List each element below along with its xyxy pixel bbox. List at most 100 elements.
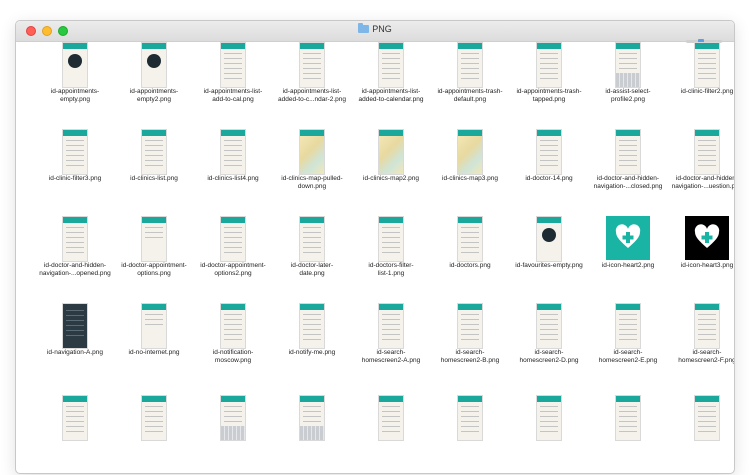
screenshot-preview xyxy=(141,303,167,349)
screenshot-preview xyxy=(536,303,562,349)
file-thumbnail[interactable] xyxy=(351,303,431,349)
window-title: PNG xyxy=(16,23,734,34)
screenshot-preview xyxy=(141,216,167,262)
screenshot-preview xyxy=(62,42,88,88)
file-name[interactable]: id-clinic-filter2.png xyxy=(659,88,734,96)
file-row xyxy=(16,395,734,473)
screenshot-preview xyxy=(378,129,404,175)
screenshot-preview xyxy=(457,129,483,175)
file-thumbnail[interactable] xyxy=(272,216,352,262)
heart-image xyxy=(685,216,729,260)
screenshot-preview xyxy=(299,395,325,441)
file-thumbnail[interactable] xyxy=(35,42,115,88)
screenshot-preview xyxy=(62,216,88,262)
file-thumbnail[interactable] xyxy=(272,129,352,175)
file-thumbnail[interactable] xyxy=(588,395,668,441)
file-thumbnail[interactable] xyxy=(351,129,431,175)
screenshot-preview xyxy=(536,129,562,175)
file-thumbnail[interactable] xyxy=(272,303,352,349)
file-thumbnail[interactable] xyxy=(509,129,589,175)
file-thumbnail[interactable] xyxy=(35,216,115,262)
screenshot-preview xyxy=(299,42,325,88)
file-thumbnail[interactable] xyxy=(35,129,115,175)
heart-image xyxy=(606,216,650,260)
file-thumbnail[interactable] xyxy=(114,216,194,262)
file-thumbnail[interactable] xyxy=(193,395,273,441)
screenshot-preview xyxy=(141,129,167,175)
file-thumbnail[interactable] xyxy=(509,42,589,88)
screenshot-preview xyxy=(615,303,641,349)
file-thumbnail[interactable] xyxy=(667,395,734,441)
heart-icon xyxy=(615,224,641,248)
file-thumbnail[interactable] xyxy=(430,216,510,262)
file-thumbnail[interactable] xyxy=(351,216,431,262)
file-thumbnail[interactable] xyxy=(588,216,668,260)
file-thumbnail[interactable] xyxy=(509,395,589,441)
screenshot-preview xyxy=(694,395,720,441)
file-name[interactable]: id-icon-heart3.png xyxy=(659,262,734,270)
file-thumbnail[interactable] xyxy=(114,129,194,175)
folder-icon xyxy=(358,23,370,33)
file-thumbnail[interactable] xyxy=(430,303,510,349)
screenshot-preview xyxy=(141,395,167,441)
screenshot-preview xyxy=(299,303,325,349)
screenshot-preview xyxy=(378,395,404,441)
file-thumbnail[interactable] xyxy=(588,42,668,88)
file-thumbnail[interactable] xyxy=(272,395,352,441)
title-bar: PNG xyxy=(16,21,734,42)
file-row: id-clinic-filter3.png id-clinics-list.png… xyxy=(16,129,734,215)
screenshot-preview xyxy=(457,42,483,88)
file-thumbnail[interactable] xyxy=(667,129,734,175)
file-thumbnail[interactable] xyxy=(430,129,510,175)
file-thumbnail[interactable] xyxy=(114,395,194,441)
file-thumbnail[interactable] xyxy=(193,42,273,88)
file-thumbnail[interactable] xyxy=(430,395,510,441)
file-thumbnail[interactable] xyxy=(193,303,273,349)
file-thumbnail[interactable] xyxy=(667,42,734,88)
finder-window: PNG id-appointments- empty.png id-appoint… xyxy=(15,20,735,474)
screenshot-preview xyxy=(378,42,404,88)
screenshot-preview xyxy=(220,395,246,441)
file-thumbnail[interactable] xyxy=(351,42,431,88)
file-thumbnail[interactable] xyxy=(588,303,668,349)
file-thumbnail[interactable] xyxy=(351,395,431,441)
file-thumbnail[interactable] xyxy=(509,216,589,262)
file-thumbnail[interactable] xyxy=(35,395,115,441)
screenshot-preview xyxy=(220,303,246,349)
window-title-text: PNG xyxy=(372,24,392,34)
screenshot-preview xyxy=(694,303,720,349)
screenshot-preview xyxy=(457,303,483,349)
heart-icon xyxy=(694,224,720,248)
screenshot-preview xyxy=(378,216,404,262)
file-thumbnail[interactable] xyxy=(509,303,589,349)
file-thumbnail[interactable] xyxy=(114,42,194,88)
screenshot-preview xyxy=(694,42,720,88)
screenshot-preview xyxy=(220,216,246,262)
screenshot-preview xyxy=(457,395,483,441)
file-thumbnail[interactable] xyxy=(114,303,194,349)
file-thumbnail[interactable] xyxy=(667,303,734,349)
screenshot-preview xyxy=(299,129,325,175)
screenshot-preview xyxy=(536,42,562,88)
screenshot-preview xyxy=(62,395,88,441)
screenshot-preview xyxy=(615,129,641,175)
file-thumbnail[interactable] xyxy=(35,303,115,349)
screenshot-preview xyxy=(536,216,562,262)
screenshot-preview xyxy=(62,129,88,175)
file-row: id-appointments- empty.png id-appointment… xyxy=(16,42,734,128)
screenshot-preview xyxy=(62,303,88,349)
file-thumbnail[interactable] xyxy=(588,129,668,175)
screenshot-preview xyxy=(536,395,562,441)
file-thumbnail[interactable] xyxy=(193,129,273,175)
screenshot-preview xyxy=(141,42,167,88)
file-thumbnail[interactable] xyxy=(667,216,734,260)
file-name[interactable]: id-doctor-and-hidden- navigation-...uest… xyxy=(659,175,734,191)
file-name[interactable]: id-search- homescreen2-F.png xyxy=(659,349,734,365)
file-row: id-navigation-A.png id-no-internet.png id-… xyxy=(16,303,734,389)
screenshot-preview xyxy=(378,303,404,349)
file-thumbnail[interactable] xyxy=(272,42,352,88)
screenshot-preview xyxy=(457,216,483,262)
file-thumbnail[interactable] xyxy=(193,216,273,262)
screenshot-preview xyxy=(615,395,641,441)
file-thumbnail[interactable] xyxy=(430,42,510,88)
